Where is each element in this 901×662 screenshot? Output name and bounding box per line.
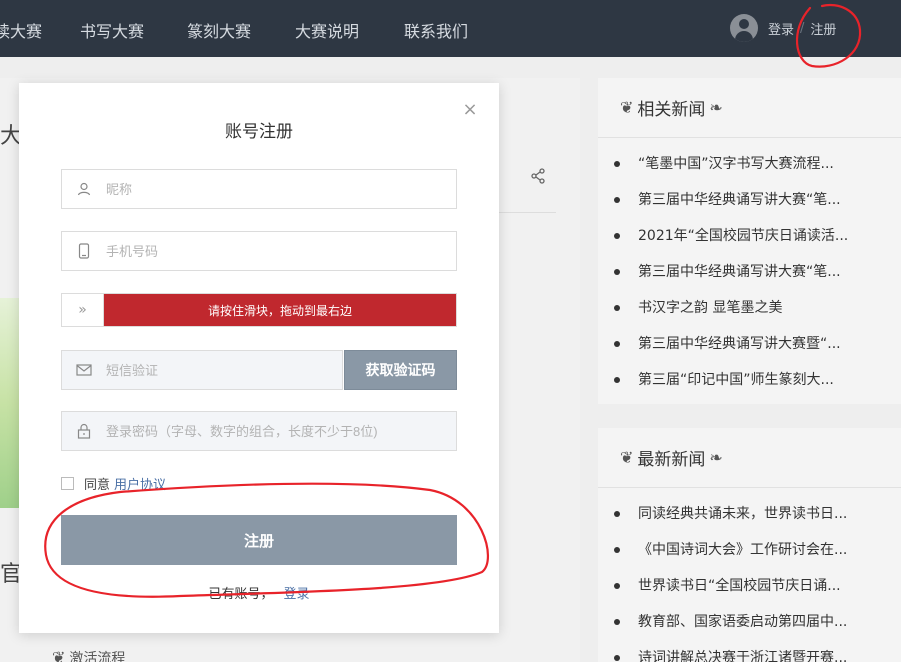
user-icon: [62, 170, 106, 208]
mail-icon: [62, 351, 106, 389]
news-item[interactable]: 《中国诗词大会》工作研讨会在...: [612, 532, 901, 568]
password-input[interactable]: [106, 413, 456, 449]
agree-checkbox[interactable]: [61, 477, 74, 490]
user-area: 登录 / 注册: [730, 14, 836, 42]
nav-item-rules[interactable]: 大赛说明: [295, 18, 359, 42]
login-hint: 已有账号， 登录: [19, 583, 499, 602]
close-icon[interactable]: ×: [461, 101, 479, 119]
leaf-left-icon: ❦: [620, 448, 634, 467]
slider-handle[interactable]: »: [62, 294, 104, 326]
avatar-icon: [730, 14, 758, 42]
register-link[interactable]: 注册: [810, 19, 836, 38]
related-news-panel: ❦ 相关新闻 ❧ “笔墨中国”汉字书写大赛流程... 第三届中华经典诵写讲大赛“…: [598, 78, 901, 404]
agreement-row: 同意 用户协议: [61, 474, 166, 493]
news-item[interactable]: 2021年“全国校园节庆日诵读活...: [612, 218, 901, 254]
latest-news-panel: ❦ 最新新闻 ❧ 同读经典共诵未来，世界读书日... 《中国诗词大会》工作研讨会…: [598, 428, 901, 662]
related-news-header: ❦ 相关新闻 ❧: [598, 78, 901, 138]
latest-news-title: 最新新闻: [637, 450, 706, 470]
activation-flow-title: ❦ 激活流程: [48, 648, 125, 662]
have-account-text: 已有账号，: [208, 587, 274, 602]
slider-track: 请按住滑块，拖动到最右边: [104, 294, 456, 326]
leaf-left-icon: ❦: [620, 98, 634, 117]
news-item[interactable]: 书汉字之韵 显笔墨之美: [612, 290, 901, 326]
news-item[interactable]: 世界读书日“全国校园节庆日诵...: [612, 568, 901, 604]
related-news-list: “笔墨中国”汉字书写大赛流程... 第三届中华经典诵写讲大赛“笔... 2021…: [598, 138, 901, 398]
related-news-title: 相关新闻: [637, 100, 706, 120]
share-icon[interactable]: [530, 168, 546, 184]
modal-title: 账号注册: [225, 122, 293, 142]
news-item[interactable]: 第三届中华经典诵写讲大赛暨“...: [612, 326, 901, 362]
news-item[interactable]: 诗词讲解总决赛于浙江诸暨开赛...: [612, 640, 901, 662]
leaf-icon: ❦: [52, 648, 66, 662]
activation-flow-label: 激活流程: [69, 651, 126, 662]
phone-icon: [62, 232, 106, 270]
password-field: [61, 411, 457, 451]
latest-news-list: 同读经典共诵未来，世界读书日... 《中国诗词大会》工作研讨会在... 世界读书…: [598, 488, 901, 662]
leaf-right-icon: ❧: [709, 98, 723, 117]
news-item[interactable]: 教育部、国家语委启动第四届中...: [612, 604, 901, 640]
news-item[interactable]: “笔墨中国”汉字书写大赛流程...: [612, 146, 901, 182]
news-item[interactable]: 第三届中华经典诵写讲大赛“笔...: [612, 182, 901, 218]
nav-item-reading[interactable]: 读大赛: [0, 18, 42, 42]
nickname-field: [61, 169, 457, 209]
news-item[interactable]: 同读经典共诵未来，世界读书日...: [612, 496, 901, 532]
sms-code-field: [61, 350, 343, 390]
sms-code-input[interactable]: [106, 352, 342, 388]
nickname-input[interactable]: [106, 171, 456, 207]
register-modal: 账号注册 × » 请按住滑块，拖动到最右边 获取验证码 同意 用户协议 注册: [19, 83, 499, 633]
modal-login-link[interactable]: 登录: [284, 587, 310, 602]
phone-input[interactable]: [106, 233, 456, 269]
get-sms-code-button[interactable]: 获取验证码: [344, 350, 457, 390]
nav-separator: /: [800, 20, 805, 36]
lock-icon: [62, 412, 106, 450]
captcha-slider: » 请按住滑块，拖动到最右边: [61, 293, 457, 327]
leaf-right-icon: ❧: [709, 448, 723, 467]
login-link[interactable]: 登录: [768, 19, 794, 38]
top-nav: 读大赛 书写大赛 篆刻大赛 大赛说明 联系我们 登录 / 注册: [0, 0, 901, 57]
user-agreement-link[interactable]: 用户协议: [114, 474, 166, 493]
latest-news-header: ❦ 最新新闻 ❧: [598, 428, 901, 488]
agree-label: 同意: [84, 478, 111, 493]
nav-item-contact[interactable]: 联系我们: [404, 18, 468, 42]
phone-field: [61, 231, 457, 271]
register-button[interactable]: 注册: [61, 515, 457, 565]
nav-item-seal[interactable]: 篆刻大赛: [187, 18, 251, 42]
nav-item-writing[interactable]: 书写大赛: [80, 18, 144, 42]
news-item[interactable]: 第三届中华经典诵写讲大赛“笔...: [612, 254, 901, 290]
news-item[interactable]: 第三届“印记中国”师生篆刻大...: [612, 362, 901, 398]
